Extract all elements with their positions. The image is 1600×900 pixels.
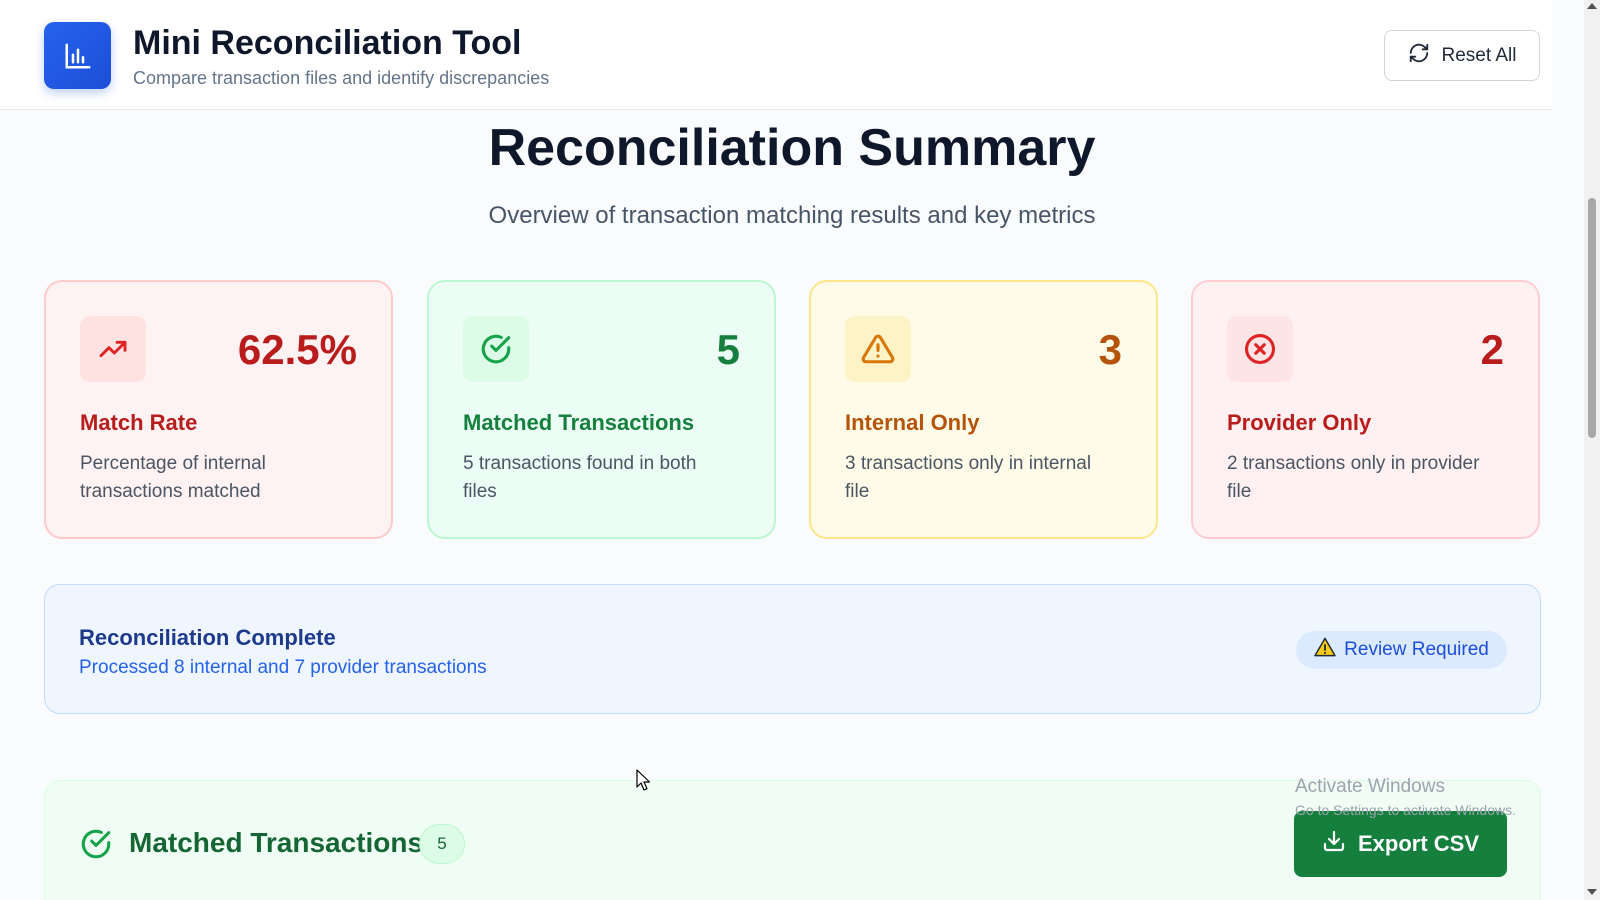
check-circle-icon (79, 827, 113, 866)
download-icon (1322, 829, 1346, 859)
provider-only-card: 2 Provider Only 2 transactions only in p… (1191, 280, 1540, 539)
summary-title: Reconciliation Summary (488, 119, 1096, 177)
mouse-cursor-icon (636, 769, 651, 796)
matched-count-badge: 5 (419, 824, 465, 864)
check-circle-icon (463, 316, 529, 382)
scroll-up-arrow-icon[interactable] (1587, 3, 1597, 9)
internal-only-description: 3 transactions only in internal file (845, 453, 1092, 502)
app-header: Mini Reconciliation Tool Compare transac… (0, 0, 1552, 110)
app-subtitle: Compare transaction files and identify d… (133, 68, 550, 88)
reconciliation-status-panel: Reconciliation Complete Processed 8 inte… (44, 584, 1541, 714)
matched-transactions-value: 5 (716, 326, 740, 373)
app-title: Mini Reconciliation Tool (133, 24, 522, 62)
refresh-icon (1408, 42, 1430, 70)
summary-subtitle: Overview of transaction matching results… (488, 202, 1096, 229)
provider-only-label: Provider Only (1227, 410, 1372, 435)
scrollbar[interactable] (1584, 0, 1600, 900)
provider-only-description: 2 transactions only in provider file (1227, 453, 1480, 502)
activate-windows-watermark: Activate Windows Go to Settings to activ… (1295, 776, 1516, 818)
export-csv-label: Export CSV (1357, 831, 1480, 856)
watermark-title: Activate Windows (1295, 776, 1445, 797)
bar-chart-icon (44, 22, 111, 89)
matched-transactions-label: Matched Transactions (463, 410, 695, 435)
export-csv-button[interactable]: Export CSV (1294, 811, 1507, 877)
scrollbar-thumb[interactable] (1588, 198, 1596, 438)
review-required-label: Review Required (1344, 639, 1489, 660)
watermark-subtitle: Go to Settings to activate Windows. (1295, 802, 1516, 818)
review-required-badge: Review Required (1296, 631, 1507, 669)
internal-only-value: 3 (1098, 326, 1122, 373)
x-circle-icon (1227, 316, 1293, 382)
scroll-down-arrow-icon[interactable] (1587, 889, 1597, 895)
matched-section-title: Matched Transactions (129, 827, 424, 858)
match-rate-value: 62.5% (237, 326, 357, 373)
warning-icon (1314, 637, 1336, 663)
warning-triangle-icon (845, 316, 911, 382)
status-title: Reconciliation Complete (79, 625, 336, 650)
match-rate-card: 62.5% Match Rate Percentage of internal … (44, 280, 393, 539)
provider-only-value: 2 (1480, 326, 1504, 373)
reset-all-button[interactable]: Reset All (1384, 30, 1540, 81)
status-text: Processed 8 internal and 7 provider tran… (79, 657, 487, 678)
reset-all-label: Reset All (1441, 44, 1517, 66)
matched-transactions-description: 5 transactions found in both files (463, 453, 697, 502)
internal-only-card: 3 Internal Only 3 transactions only in i… (809, 280, 1158, 539)
internal-only-label: Internal Only (845, 410, 980, 435)
match-rate-label: Match Rate (80, 410, 198, 435)
match-rate-description: Percentage of internal transactions matc… (80, 453, 266, 502)
trending-up-icon (80, 316, 146, 382)
matched-transactions-card: 5 Matched Transactions 5 transactions fo… (427, 280, 776, 539)
